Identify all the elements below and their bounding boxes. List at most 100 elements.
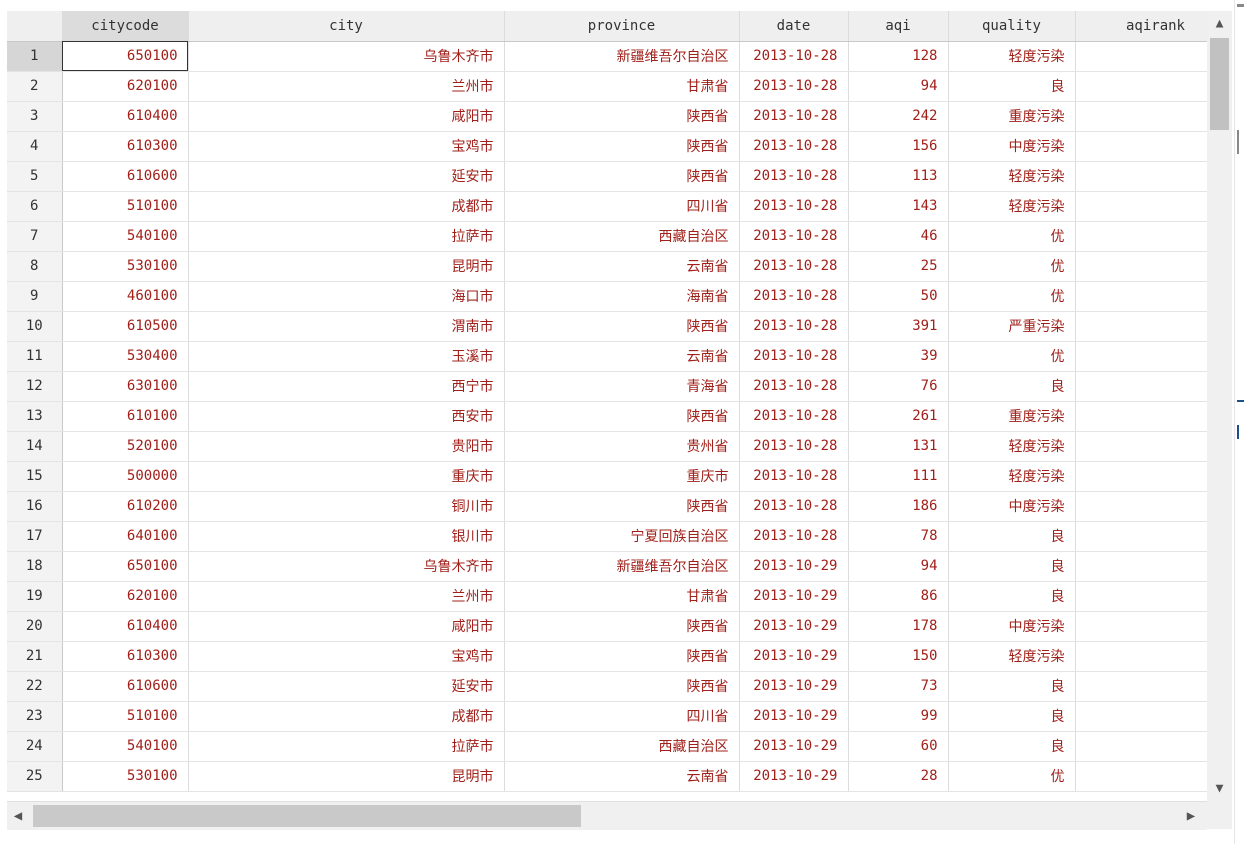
cell-province[interactable]: 陕西省 [504, 311, 740, 342]
horizontal-scrollbar[interactable]: ◀ ▶ [7, 801, 1207, 830]
cell-province[interactable]: 新疆维吾尔自治区 [504, 41, 740, 72]
cell-date[interactable]: 2013-10-28 [739, 371, 849, 402]
row-number[interactable]: 19 [7, 581, 63, 612]
cell-date[interactable]: 2013-10-28 [739, 221, 849, 252]
cell-citycode[interactable]: 610400 [62, 101, 189, 132]
cell-aqirank[interactable]: 4 [1075, 41, 1207, 72]
cell-quality[interactable]: 良 [948, 371, 1076, 402]
cell-province[interactable]: 甘肃省 [504, 581, 740, 612]
cell-city[interactable]: 拉萨市 [188, 221, 505, 252]
cell-city[interactable]: 宝鸡市 [188, 131, 505, 162]
cell-quality[interactable]: 优 [948, 761, 1076, 792]
row-number[interactable]: 6 [7, 191, 63, 222]
cell-aqi[interactable]: 25 [848, 251, 949, 282]
cell-citycode[interactable]: 530400 [62, 341, 189, 372]
cell-aqirank[interactable]: 6 [1075, 131, 1207, 162]
cell-province[interactable]: 陕西省 [504, 611, 740, 642]
cell-date[interactable]: 2013-10-28 [739, 341, 849, 372]
column-header-province[interactable]: province [504, 11, 740, 42]
cell-citycode[interactable]: 620100 [62, 581, 189, 612]
cell-aqi[interactable]: 60 [848, 731, 949, 762]
cell-quality[interactable]: 良 [948, 551, 1076, 582]
cell-province[interactable]: 陕西省 [504, 491, 740, 522]
cell-province[interactable]: 西藏自治区 [504, 731, 740, 762]
cell-quality[interactable]: 良 [948, 671, 1076, 702]
column-header-aqirank[interactable]: aqirank [1075, 11, 1207, 42]
cell-aqirank[interactable] [1075, 251, 1207, 282]
cell-province[interactable]: 云南省 [504, 251, 740, 282]
scroll-right-arrow-icon[interactable]: ▶ [1180, 802, 1202, 830]
cell-citycode[interactable]: 540100 [62, 221, 189, 252]
cell-date[interactable]: 2013-10-28 [739, 461, 849, 492]
table-row[interactable]: 1650100乌鲁木齐市新疆维吾尔自治区2013-10-28128轻度污染4 [7, 41, 1207, 72]
cell-aqirank[interactable]: 4 [1075, 161, 1207, 192]
cell-citycode[interactable]: 620100 [62, 71, 189, 102]
cell-aqi[interactable]: 73 [848, 671, 949, 702]
cell-date[interactable]: 2013-10-29 [739, 761, 849, 792]
cell-aqi[interactable]: 28 [848, 761, 949, 792]
cell-aqi[interactable]: 391 [848, 311, 949, 342]
cell-city[interactable]: 西宁市 [188, 371, 505, 402]
cell-city[interactable]: 银川市 [188, 521, 505, 552]
cell-aqirank[interactable]: 9 [1075, 401, 1207, 432]
cell-date[interactable]: 2013-10-29 [739, 551, 849, 582]
cell-aqi[interactable]: 150 [848, 641, 949, 672]
cell-province[interactable]: 新疆维吾尔自治区 [504, 551, 740, 582]
cell-quality[interactable]: 中度污染 [948, 611, 1076, 642]
cell-city[interactable]: 玉溪市 [188, 341, 505, 372]
cell-aqi[interactable]: 131 [848, 431, 949, 462]
cell-citycode[interactable]: 530100 [62, 251, 189, 282]
row-number[interactable]: 16 [7, 491, 63, 522]
row-number[interactable]: 7 [7, 221, 63, 252]
column-header-aqi[interactable]: aqi [848, 11, 949, 42]
cell-quality[interactable]: 优 [948, 341, 1076, 372]
cell-aqi[interactable]: 50 [848, 281, 949, 312]
cell-aqi[interactable]: 76 [848, 371, 949, 402]
cell-city[interactable]: 海口市 [188, 281, 505, 312]
cell-citycode[interactable]: 510100 [62, 191, 189, 222]
cell-date[interactable]: 2013-10-29 [739, 671, 849, 702]
row-number[interactable]: 13 [7, 401, 63, 432]
cell-citycode[interactable]: 630100 [62, 371, 189, 402]
cell-aqirank[interactable]: 2 [1075, 521, 1207, 552]
cell-city[interactable]: 咸阳市 [188, 611, 505, 642]
cell-quality[interactable]: 良 [948, 521, 1076, 552]
data-grid[interactable]: citycode city province date aqi quality … [7, 11, 1207, 801]
cell-city[interactable]: 重庆市 [188, 461, 505, 492]
cell-date[interactable]: 2013-10-28 [739, 161, 849, 192]
cell-aqi[interactable]: 128 [848, 41, 949, 72]
cell-citycode[interactable]: 530100 [62, 761, 189, 792]
cell-city[interactable]: 宝鸡市 [188, 641, 505, 672]
column-header-city[interactable]: city [188, 11, 505, 42]
cell-city[interactable]: 铜川市 [188, 491, 505, 522]
cell-aqi[interactable]: 143 [848, 191, 949, 222]
cell-citycode[interactable]: 610300 [62, 131, 189, 162]
table-row[interactable]: 24540100拉萨市西藏自治区2013-10-2960良2 [7, 731, 1207, 762]
scroll-up-arrow-icon[interactable]: ▲ [1207, 11, 1232, 36]
cell-city[interactable]: 成都市 [188, 701, 505, 732]
cell-city[interactable]: 西安市 [188, 401, 505, 432]
cell-aqi[interactable]: 86 [848, 581, 949, 612]
cell-aqirank[interactable] [1075, 221, 1207, 252]
cell-date[interactable]: 2013-10-29 [739, 641, 849, 672]
cell-province[interactable]: 四川省 [504, 701, 740, 732]
row-number[interactable]: 4 [7, 131, 63, 162]
cell-aqirank[interactable]: 4 [1075, 431, 1207, 462]
cell-quality[interactable]: 良 [948, 581, 1076, 612]
row-number[interactable]: 23 [7, 701, 63, 732]
cell-city[interactable]: 昆明市 [188, 251, 505, 282]
cell-city[interactable]: 兰州市 [188, 71, 505, 102]
cell-province[interactable]: 西藏自治区 [504, 221, 740, 252]
table-row[interactable]: 14520100贵阳市贵州省2013-10-28131轻度污染4 [7, 431, 1207, 462]
table-row[interactable]: 6510100成都市四川省2013-10-28143轻度污染5 [7, 191, 1207, 222]
cell-aqirank[interactable]: 1 [1075, 371, 1207, 402]
cell-aqirank[interactable]: 4 [1075, 551, 1207, 582]
cell-aqi[interactable]: 261 [848, 401, 949, 432]
cell-quality[interactable]: 良 [948, 731, 1076, 762]
table-row[interactable]: 25 530100 昆明市 云南省 2013-10-29 28 优 [7, 761, 1207, 792]
cell-city[interactable]: 乌鲁木齐市 [188, 551, 505, 582]
cell-city[interactable]: 乌鲁木齐市 [188, 41, 505, 72]
cell-citycode[interactable]: 610300 [62, 641, 189, 672]
cell-province[interactable]: 云南省 [504, 761, 740, 792]
cell-citycode[interactable]: 500000 [62, 461, 189, 492]
